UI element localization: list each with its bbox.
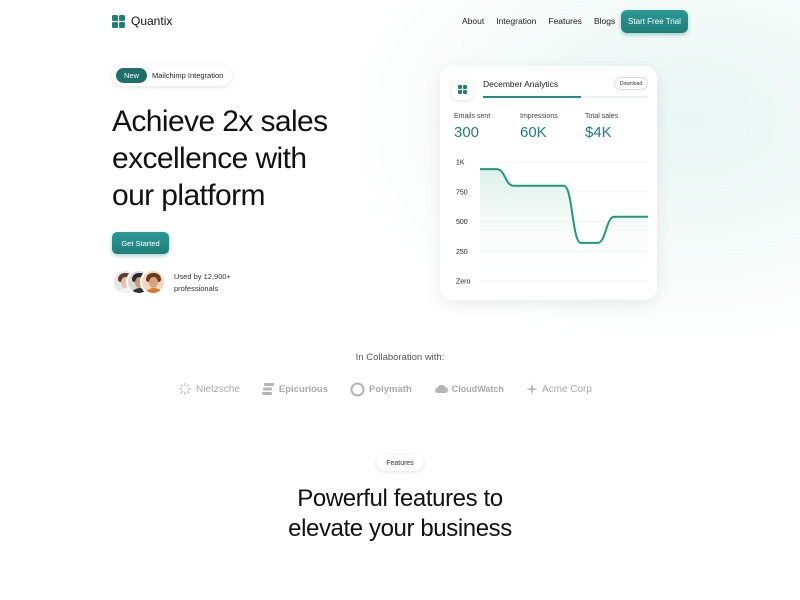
hero-headline: Achieve 2x sales excellence with our pla…: [112, 105, 328, 212]
start-free-trial-button[interactable]: Start Free Trial: [621, 10, 688, 33]
brand-name: Quantix: [131, 14, 173, 28]
collaboration-title: In Collaboration with:: [355, 352, 445, 363]
features-title: Powerful features to elevate your busine…: [0, 484, 800, 544]
y-tick-label: 1K: [456, 160, 465, 167]
sunburst-icon: [179, 383, 191, 395]
social-proof-text: Used by 12,900+ professionals: [174, 272, 231, 293]
partner-logo-polymath: Polymath: [350, 382, 412, 397]
partner-logo-acme-corp: Acme Corp: [525, 383, 592, 395]
logo-grid-icon: [112, 14, 125, 28]
partner-name: Polymath: [369, 383, 412, 395]
nav-links: About Integration Features Blogs: [462, 16, 615, 26]
partner-name: CloudWatch: [451, 384, 504, 394]
partner-name: Acme Corp: [541, 383, 592, 395]
new-badge: New: [116, 68, 148, 83]
partner-logo-epicurious: Epicurious: [261, 382, 328, 396]
avatar-group: [112, 269, 168, 296]
nav-link-integration[interactable]: Integration: [496, 16, 536, 26]
partner-logo-cloudwatch: CloudWatch: [434, 384, 504, 394]
avatar: [140, 269, 166, 295]
y-tick-label: 250: [456, 249, 468, 256]
partner-logos: Nietzsche Epicurious Polymath CloudWatch…: [178, 379, 614, 399]
partner-name: Nietzsche: [196, 383, 240, 395]
features-title-line: elevate your business: [288, 515, 512, 542]
announcement-pill[interactable]: New Mailchimp Integration: [112, 65, 232, 86]
y-tick-label: 500: [456, 219, 468, 226]
partner-name: Epicurious: [278, 383, 328, 395]
y-tick-label: Zero: [456, 279, 471, 286]
get-started-button[interactable]: Get Started: [112, 232, 169, 254]
announcement-text: Mailchimp Integration: [152, 71, 224, 80]
ring-icon: [350, 382, 365, 396]
stacked-bars-icon: [261, 383, 274, 395]
nav-link-features[interactable]: Features: [548, 16, 582, 26]
cloud-icon: [434, 384, 448, 393]
analytics-card: December Analytics Download Emails sent …: [440, 66, 657, 300]
features-title-line: Powerful features to: [297, 485, 503, 512]
features-tag: Features: [377, 455, 423, 471]
analytics-line-chart: 1K 750 500 250 Zero: [456, 160, 649, 286]
y-tick-label: 750: [456, 189, 468, 196]
partner-logo-nietzsche: Nietzsche: [178, 382, 240, 396]
top-nav: Quantix About Integration Features Blogs…: [0, 0, 800, 44]
nav-link-blogs[interactable]: Blogs: [594, 16, 615, 26]
nav-link-about[interactable]: About: [462, 16, 484, 26]
sparkle-icon: [525, 383, 538, 395]
logo[interactable]: Quantix: [112, 14, 172, 28]
